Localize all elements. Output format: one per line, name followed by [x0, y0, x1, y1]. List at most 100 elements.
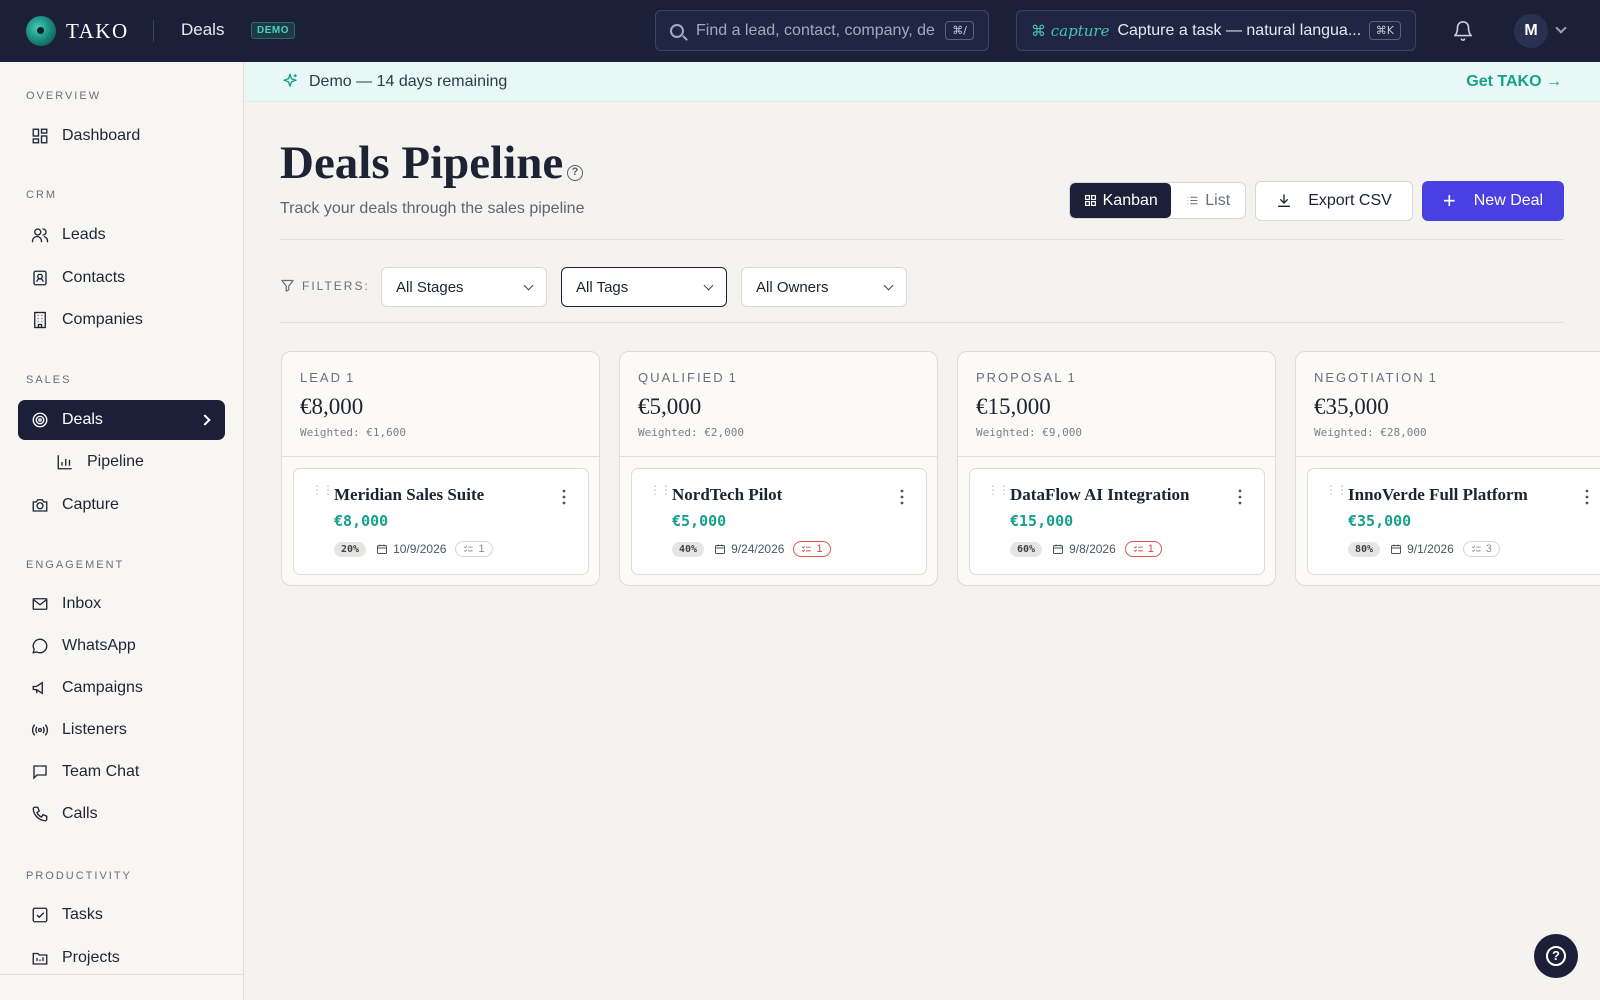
- search-icon: [670, 23, 684, 38]
- column-weighted: Weighted: €28,000: [1314, 426, 1427, 439]
- chevron-down-icon: [703, 280, 714, 290]
- sidebar-item-tasks[interactable]: Tasks: [18, 895, 225, 935]
- kanban-view-button[interactable]: Kanban: [1070, 183, 1172, 218]
- more-vertical-icon[interactable]: [1238, 489, 1242, 505]
- sidebar-item-contacts[interactable]: Contacts: [18, 258, 225, 298]
- sidebar-item-pipeline[interactable]: Pipeline: [18, 442, 225, 482]
- sidebar-item-label: Inbox: [62, 595, 102, 612]
- export-csv-button[interactable]: Export CSV: [1255, 181, 1413, 221]
- section-crm: CRM: [26, 189, 58, 201]
- column-weighted: Weighted: €2,000: [638, 426, 744, 439]
- deal-card[interactable]: ⋮⋮ NordTech Pilot €5,000 40% 9/24/2026 1: [631, 468, 927, 575]
- sidebar-item-team-chat[interactable]: Team Chat: [18, 752, 225, 792]
- sidebar-item-label: Contacts: [62, 269, 126, 286]
- tags-filter-value: All Tags: [576, 278, 629, 296]
- owner-filter-select[interactable]: All Owners: [741, 267, 907, 307]
- sidebar-item-label: Team Chat: [62, 763, 140, 780]
- sidebar-item-deals[interactable]: Deals: [18, 400, 225, 440]
- capture-shortcut: ⌘K: [1368, 21, 1401, 40]
- deal-card[interactable]: ⋮⋮ Meridian Sales Suite €8,000 20% 10/9/…: [293, 468, 589, 575]
- sidebar-item-inbox[interactable]: Inbox: [18, 584, 225, 624]
- task-count-badge[interactable]: 1: [1124, 541, 1162, 557]
- capture-placeholder[interactable]: Capture a task — natural langua...: [1117, 22, 1368, 40]
- deal-card[interactable]: ⋮⋮ InnoVerde Full Platform €35,000 80% 9…: [1307, 468, 1600, 575]
- sidebar-item-capture[interactable]: Capture: [18, 485, 225, 525]
- sidebar-item-listeners[interactable]: Listeners: [18, 710, 225, 750]
- sidebar-item-leads[interactable]: Leads: [18, 215, 225, 255]
- quick-capture[interactable]: ⌘ capture Capture a task — natural langu…: [1016, 10, 1416, 51]
- section-sales: SALES: [26, 374, 72, 386]
- close-date: 9/24/2026: [714, 542, 784, 556]
- sidebar-item-companies[interactable]: Companies: [18, 300, 225, 340]
- tags-filter-select[interactable]: All Tags: [561, 267, 727, 307]
- target-icon: [32, 412, 48, 428]
- logo-icon: [26, 16, 56, 46]
- column-weighted: Weighted: €1,600: [300, 426, 406, 439]
- task-count: 3: [1485, 543, 1492, 555]
- deal-amount: €35,000: [1348, 512, 1412, 530]
- sidebar-item-campaigns[interactable]: Campaigns: [18, 668, 225, 708]
- search-input[interactable]: [696, 21, 946, 40]
- divider: [153, 20, 154, 42]
- task-count-badge[interactable]: 1: [793, 541, 831, 557]
- task-count: 1: [1147, 543, 1154, 555]
- list-icon: [1187, 196, 1198, 205]
- drag-handle-icon[interactable]: ⋮⋮: [1325, 484, 1348, 496]
- sidebar-item-dashboard[interactable]: Dashboard: [18, 116, 225, 156]
- notifications-bell-icon[interactable]: [1452, 19, 1474, 43]
- divider: [280, 239, 1564, 240]
- deal-meta: 80% 9/1/2026 3: [1348, 541, 1500, 557]
- banner-text: Demo — 14 days remaining: [309, 73, 508, 90]
- column-weighted: Weighted: €9,000: [976, 426, 1082, 439]
- kanban-column-negotiation: NEGOTIATION 1 €35,000 Weighted: €28,000 ⋮…: [1295, 351, 1600, 586]
- calendar-icon: [377, 544, 388, 554]
- drag-handle-icon[interactable]: ⋮⋮: [987, 484, 1010, 496]
- stage-filter-select[interactable]: All Stages: [381, 267, 547, 307]
- camera-icon: [32, 499, 48, 512]
- more-vertical-icon[interactable]: [900, 489, 904, 505]
- new-deal-label: New Deal: [1473, 192, 1544, 209]
- deal-amount: €5,000: [672, 512, 727, 530]
- list-view-button[interactable]: List: [1171, 183, 1245, 218]
- avatar[interactable]: M: [1514, 14, 1548, 48]
- close-date-text: 9/24/2026: [731, 542, 785, 556]
- chevron-down-icon[interactable]: [1555, 22, 1567, 34]
- drag-handle-icon[interactable]: ⋮⋮: [649, 484, 672, 496]
- chat-bubble-icon: [32, 638, 48, 654]
- view-toggle: Kanban List: [1069, 182, 1246, 219]
- deal-card[interactable]: ⋮⋮ DataFlow AI Integration €15,000 60% 9…: [969, 468, 1265, 575]
- calendar-icon: [1053, 544, 1064, 554]
- drag-handle-icon[interactable]: ⋮⋮: [311, 484, 334, 496]
- sidebar: OVERVIEW Dashboard CRM Leads Contacts Co…: [0, 62, 244, 1000]
- grid-icon: [1084, 195, 1096, 206]
- divider: [958, 456, 1275, 457]
- help-icon[interactable]: ?: [567, 165, 583, 181]
- app-name: TAKO: [66, 18, 129, 43]
- bar-chart-icon: [57, 455, 72, 470]
- sidebar-item-label: Dashboard: [62, 127, 141, 144]
- sidebar-item-projects[interactable]: Projects: [18, 938, 225, 978]
- probability-badge: 40%: [672, 541, 705, 557]
- capture-brand: ⌘ capture: [1031, 21, 1110, 40]
- sidebar-item-label: Campaigns: [62, 679, 143, 696]
- column-total: €15,000: [976, 394, 1051, 419]
- section-productivity: PRODUCTIVITY: [26, 870, 132, 882]
- sidebar-item-whatsapp[interactable]: WhatsApp: [18, 626, 225, 666]
- help-button[interactable]: ?: [1534, 934, 1578, 978]
- section-overview: OVERVIEW: [26, 90, 102, 102]
- column-stage: PROPOSAL: [976, 370, 1064, 385]
- more-vertical-icon[interactable]: [1585, 489, 1589, 505]
- sidebar-item-label: Leads: [62, 226, 106, 243]
- probability-badge: 60%: [1010, 541, 1043, 557]
- new-deal-button[interactable]: + New Deal: [1422, 181, 1564, 221]
- brand[interactable]: TAKO: [26, 16, 129, 46]
- task-count-badge[interactable]: 3: [1462, 541, 1500, 557]
- get-tako-link[interactable]: Get TAKO →: [1466, 73, 1562, 91]
- more-vertical-icon[interactable]: [562, 489, 566, 505]
- global-search[interactable]: ⌘/: [655, 10, 989, 51]
- demo-badge: DEMO: [251, 22, 295, 39]
- kanban-column-proposal: PROPOSAL 1 €15,000 Weighted: €9,000 ⋮⋮ Da…: [957, 351, 1276, 586]
- sidebar-item-calls[interactable]: Calls: [18, 794, 225, 834]
- task-count-badge[interactable]: 1: [455, 541, 493, 557]
- broadcast-icon: [31, 724, 49, 736]
